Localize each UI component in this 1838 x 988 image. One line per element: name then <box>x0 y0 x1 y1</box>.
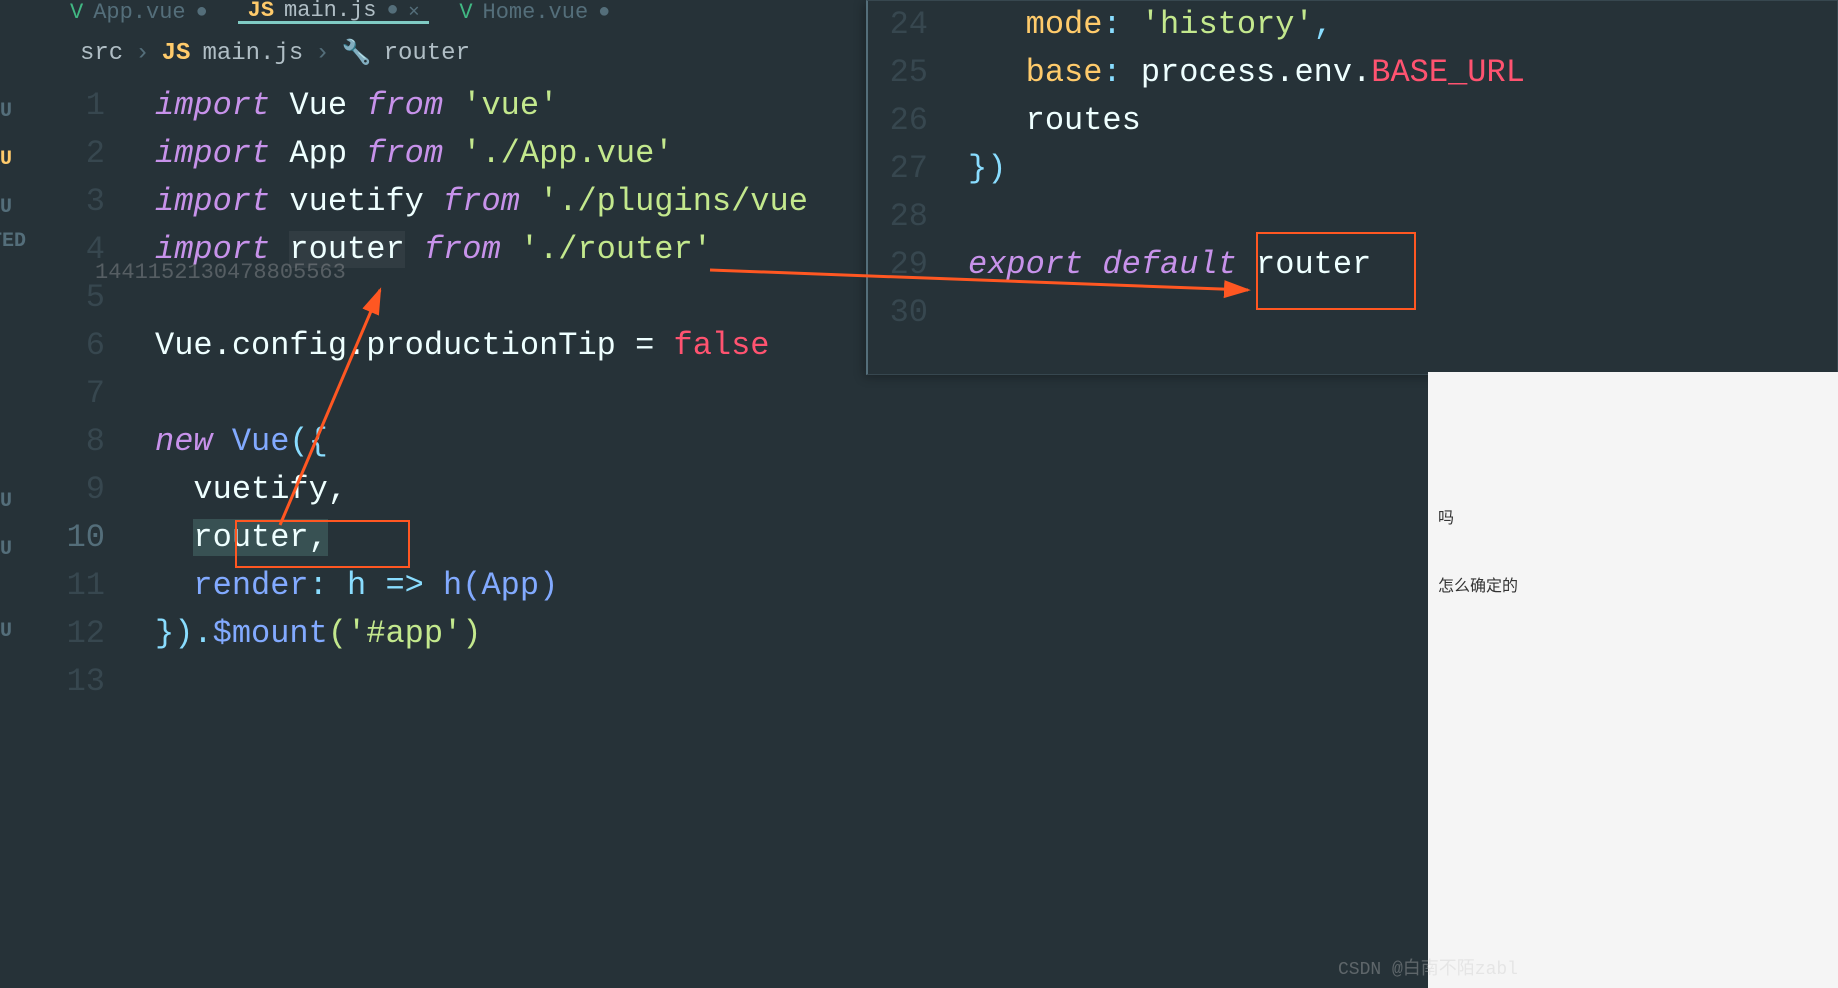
annotation-box-router-export <box>1256 232 1416 310</box>
code-line: import App from './App.vue' <box>155 130 673 178</box>
line-number: 24 <box>868 1 968 49</box>
line-number: 3 <box>0 178 155 226</box>
breadcrumb-symbol[interactable]: router <box>384 40 470 67</box>
credit-watermark: CSDN @白南不陌zabl <box>1338 954 1518 980</box>
line-number: 27 <box>868 145 968 193</box>
activity-gutter: U U U TED U U U <box>0 0 20 988</box>
chat-message: 吗 <box>1428 482 1838 550</box>
tab-label: Home.vue <box>483 0 589 25</box>
wrench-icon: 🔧 <box>342 38 372 68</box>
tab-label: main.js <box>284 0 376 23</box>
gutter-mark: U <box>0 620 12 643</box>
watermark: 1441152130478805563 <box>95 260 346 285</box>
code-line: }).$mount('#app') <box>155 610 481 658</box>
gutter-mark: U <box>0 490 12 513</box>
code-line: import Vue from 'vue' <box>155 82 558 130</box>
line-number: 11 <box>0 562 155 610</box>
vue-icon: V <box>70 0 83 25</box>
tab-app-vue[interactable]: V App.vue ● <box>60 0 218 24</box>
code-line: Vue.config.productionTip = false <box>155 322 770 370</box>
gutter-mark: U <box>0 196 12 219</box>
gutter-mark: U <box>0 148 12 171</box>
line-number: 26 <box>868 97 968 145</box>
line-number: 25 <box>868 49 968 97</box>
close-icon[interactable]: ✕ <box>408 0 419 22</box>
js-icon: JS <box>162 40 191 67</box>
code-line: routes <box>968 97 1141 145</box>
chevron-right-icon: › <box>135 40 149 67</box>
breadcrumb-src[interactable]: src <box>80 40 123 67</box>
gutter-mark: U <box>0 538 12 561</box>
line-number: 8 <box>0 418 155 466</box>
code-line: mode: 'history', <box>968 1 1333 49</box>
tab-home-vue[interactable]: V Home.vue ● <box>449 0 620 24</box>
line-number: 12 <box>0 610 155 658</box>
side-chat-panel: 吗 怎么确定的 <box>1428 372 1838 988</box>
chat-message: 怎么确定的 <box>1428 550 1838 618</box>
line-number: 13 <box>0 658 155 706</box>
tab-main-js[interactable]: JS main.js ● ✕ <box>238 0 430 24</box>
line-number: 1 <box>0 82 155 130</box>
line-number: 29 <box>868 241 968 289</box>
vue-icon: V <box>459 0 472 25</box>
dirty-indicator: ● <box>196 1 208 24</box>
dirty-indicator: ● <box>598 1 610 24</box>
code-line: }) <box>968 145 1006 193</box>
js-icon: JS <box>248 0 274 23</box>
gutter-mark: TED <box>0 230 26 253</box>
annotation-box-router-usage <box>235 520 410 568</box>
line-number: 2 <box>0 130 155 178</box>
definition-popup[interactable]: 24 mode: 'history', 25 base: process.env… <box>866 0 1838 375</box>
chevron-right-icon: › <box>315 40 329 67</box>
gutter-mark: U <box>0 100 12 123</box>
line-number: 9 <box>0 466 155 514</box>
code-line: vuetify, <box>155 466 347 514</box>
code-line: base: process.env.BASE_URL <box>968 49 1525 97</box>
dirty-indicator: ● <box>386 0 398 22</box>
line-number: 10 <box>0 514 155 562</box>
code-line: new Vue({ <box>155 418 328 466</box>
breadcrumb-file[interactable]: main.js <box>202 40 303 67</box>
tab-label: App.vue <box>93 0 185 25</box>
line-number: 30 <box>868 289 968 337</box>
code-line: render: h => h(App) <box>155 562 558 610</box>
line-number: 7 <box>0 370 155 418</box>
line-number: 28 <box>868 193 968 241</box>
line-number: 6 <box>0 322 155 370</box>
code-line: import vuetify from './plugins/vue <box>155 178 808 226</box>
